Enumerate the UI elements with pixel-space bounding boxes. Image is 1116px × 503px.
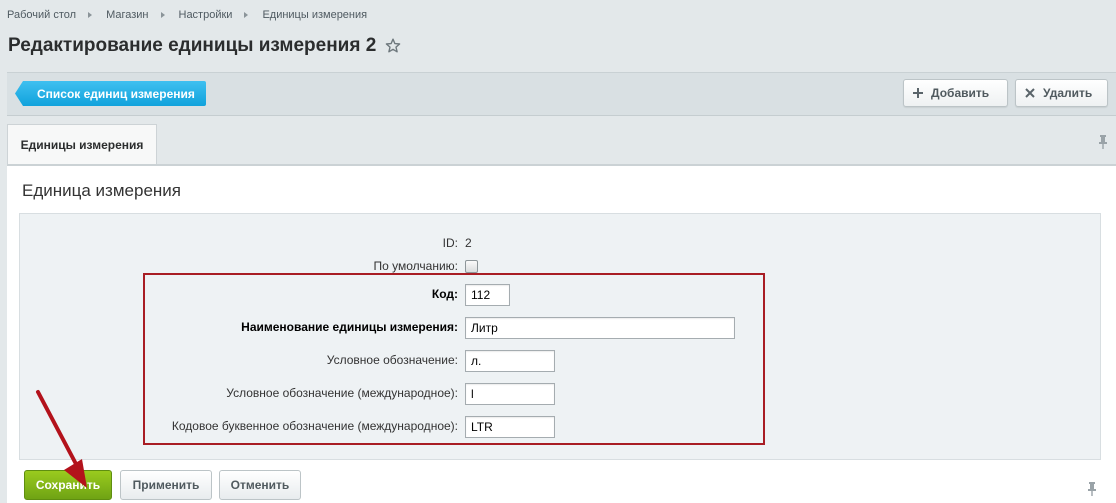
page-title-text: Редактирование единицы измерения 2 — [8, 35, 377, 56]
save-button[interactable]: Сохранить — [24, 470, 112, 500]
delete-button[interactable]: Удалить — [1015, 79, 1108, 107]
toolbar: Список единиц измерения Добавить Удалить — [7, 72, 1116, 116]
form-row-code: Код: — [20, 284, 1100, 306]
form-box: ID: 2 По умолчанию: Код: Наименование ед… — [19, 213, 1101, 460]
page: Рабочий стол Магазин Настройки Единицы и… — [0, 0, 1116, 503]
tabs-bar: Единицы измерения — [7, 124, 1116, 164]
form-row-letter-code: Кодовое буквенное обозначение (междунаро… — [20, 416, 1100, 438]
add-button-label: Добавить — [931, 86, 990, 100]
apply-button[interactable]: Применить — [120, 470, 212, 500]
symbol-intl-input[interactable] — [465, 383, 555, 405]
symbol-input[interactable] — [465, 350, 555, 372]
default-checkbox[interactable] — [465, 260, 478, 273]
code-input[interactable] — [465, 284, 510, 306]
breadcrumb-item-shop[interactable]: Магазин — [106, 9, 148, 21]
breadcrumb-item-desktop[interactable]: Рабочий стол — [7, 9, 76, 21]
content-panel: Единица измерения ID: 2 По умолчанию: Ко… — [7, 164, 1116, 503]
form-row-name: Наименование единицы измерения: — [20, 317, 1100, 339]
add-button[interactable]: Добавить — [903, 79, 1008, 107]
form-row-symbol: Условное обозначение: — [20, 350, 1100, 372]
close-icon — [1025, 88, 1035, 98]
plus-icon — [913, 88, 923, 98]
breadcrumb: Рабочий стол Магазин Настройки Единицы и… — [7, 8, 367, 22]
form-row-symbol-intl: Условное обозначение (международное): — [20, 383, 1100, 405]
breadcrumb-separator-icon — [244, 12, 249, 18]
cancel-button[interactable]: Отменить — [219, 470, 301, 500]
form-row-default: По умолчанию: — [20, 256, 1100, 278]
id-label: ID: — [442, 236, 458, 250]
breadcrumb-item-units[interactable]: Единицы измерения — [262, 9, 367, 21]
name-input[interactable] — [465, 317, 735, 339]
form-row-id: ID: 2 — [20, 233, 1100, 255]
delete-button-label: Удалить — [1043, 86, 1093, 100]
star-icon[interactable] — [385, 38, 401, 54]
units-list-button[interactable]: Список единиц измерения — [15, 81, 206, 106]
letter-code-label: Кодовое буквенное обозначение (междунаро… — [171, 419, 458, 433]
symbol-label: Условное обозначение: — [326, 353, 458, 367]
section-title: Единица измерения — [22, 181, 181, 200]
default-label: По умолчанию: — [373, 259, 459, 273]
tab-units[interactable]: Единицы измерения — [7, 124, 157, 164]
letter-code-input[interactable] — [465, 416, 555, 438]
breadcrumb-separator-icon — [160, 12, 165, 18]
page-title: Редактирование единицы измерения 2 — [8, 35, 401, 57]
name-label: Наименование единицы измерения: — [241, 320, 458, 334]
breadcrumb-separator-icon — [88, 12, 93, 18]
breadcrumb-item-settings[interactable]: Настройки — [179, 9, 233, 21]
pin-icon[interactable] — [1087, 482, 1097, 496]
symbol-intl-label: Условное обозначение (международное): — [226, 386, 458, 400]
pin-icon[interactable] — [1098, 135, 1108, 149]
id-value: 2 — [465, 236, 472, 250]
code-label: Код: — [431, 287, 458, 301]
